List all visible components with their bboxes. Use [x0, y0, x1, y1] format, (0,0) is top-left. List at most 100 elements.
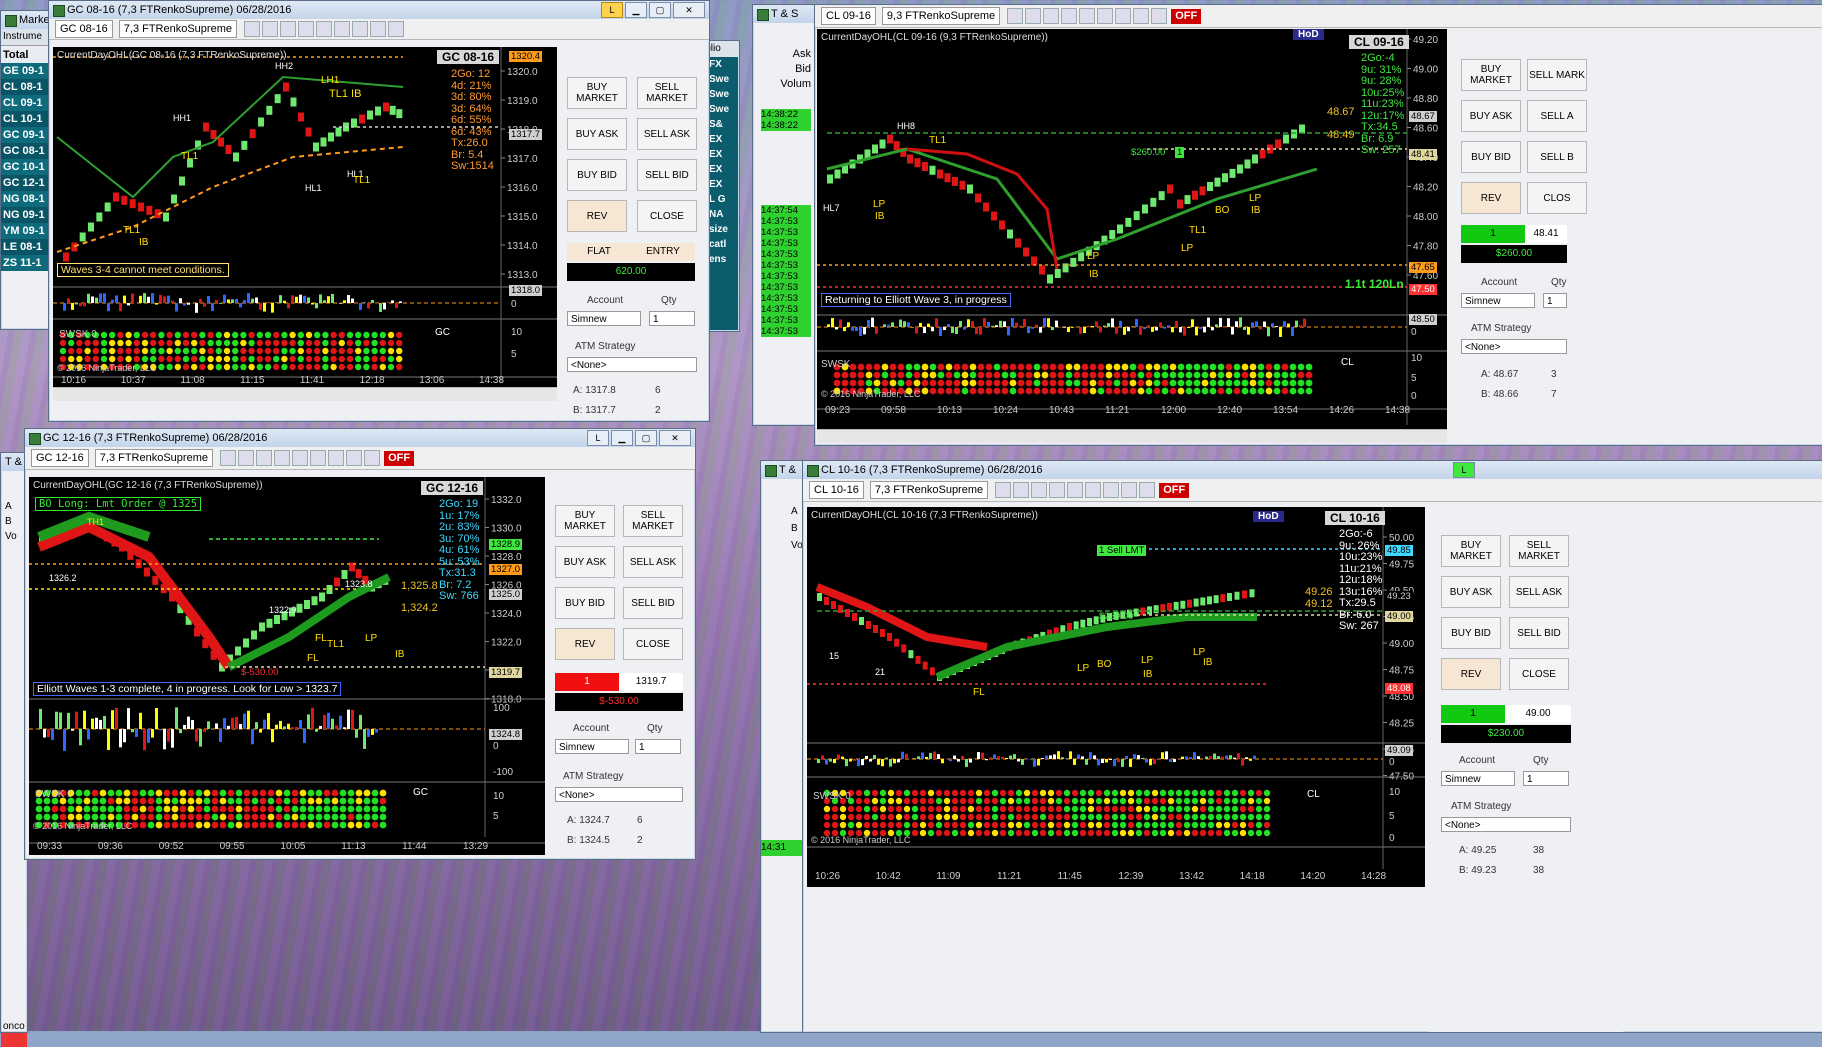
reverse-button[interactable]: REV: [567, 200, 627, 232]
buy-market-button[interactable]: BUY MARKET: [1441, 535, 1501, 567]
buy-ask-button[interactable]: BUY ASK: [555, 546, 615, 578]
atm-select[interactable]: <None>: [567, 357, 697, 372]
pencil-icon[interactable]: [1025, 8, 1041, 24]
maximize-icon[interactable]: ▢: [649, 2, 671, 18]
buy-bid-button[interactable]: BUY BID: [1461, 141, 1521, 173]
properties-icon[interactable]: [292, 450, 308, 466]
strategy-icon[interactable]: [1103, 482, 1119, 498]
close-position-button[interactable]: CLOSE: [1509, 658, 1569, 690]
instrument-selector[interactable]: GC 08-16: [55, 20, 113, 38]
properties-icon[interactable]: [1079, 8, 1095, 24]
crosshair-icon[interactable]: [1061, 8, 1077, 24]
horizontal-scrollbar[interactable]: [817, 429, 1447, 443]
atm-select[interactable]: <None>: [555, 787, 683, 802]
sell-ask-button[interactable]: SELL ASK: [1509, 576, 1569, 608]
qty-stepper[interactable]: 1: [649, 311, 695, 326]
minimize-icon[interactable]: ▁: [625, 2, 647, 18]
bar-style-icon[interactable]: [220, 450, 236, 466]
crosshair-icon[interactable]: [1049, 482, 1065, 498]
auto-trade-off-button[interactable]: OFF: [1159, 483, 1189, 498]
sell-bid-button[interactable]: SELL B: [1527, 141, 1587, 173]
buy-ask-button[interactable]: BUY ASK: [567, 118, 627, 150]
strategy-icon[interactable]: [1115, 8, 1131, 24]
buy-bid-button[interactable]: BUY BID: [1441, 617, 1501, 649]
account-select[interactable]: Simnew: [1461, 293, 1535, 308]
sell-market-button[interactable]: SELL MARKET: [1509, 535, 1569, 567]
magic-wand-icon[interactable]: [256, 450, 272, 466]
close-position-button[interactable]: CLOSE: [637, 200, 697, 232]
buy-ask-button[interactable]: BUY ASK: [1461, 100, 1521, 132]
sell-market-button[interactable]: SELL MARK: [1527, 59, 1587, 91]
magic-wand-icon[interactable]: [1043, 8, 1059, 24]
sell-ask-button[interactable]: SELL ASK: [637, 118, 697, 150]
indicator-icon[interactable]: [1133, 8, 1149, 24]
auto-trade-off-button[interactable]: OFF: [1171, 9, 1201, 24]
ts-titlebar[interactable]: T & S: [753, 5, 815, 23]
bar-style-icon[interactable]: [244, 21, 260, 37]
qty-stepper[interactable]: 1: [1523, 771, 1569, 786]
buy-market-button[interactable]: BUY MARKET: [567, 77, 627, 109]
pencil-icon[interactable]: [1013, 482, 1029, 498]
chart-trader-icon[interactable]: [1097, 8, 1113, 24]
data-box-icon[interactable]: [1139, 482, 1155, 498]
bar-style-icon[interactable]: [995, 482, 1011, 498]
cl0916-chart[interactable]: 49.2049.0048.8048.6048.4048.2048.0047.80…: [817, 29, 1447, 443]
magic-wand-icon[interactable]: [280, 21, 296, 37]
link-button[interactable]: L: [587, 430, 609, 446]
maximize-icon[interactable]: ▢: [635, 430, 657, 446]
bar-style-icon[interactable]: [1007, 8, 1023, 24]
cl1016-titlebar[interactable]: CL 10-16 (7,3 FTRenkoSupreme) 06/28/2016…: [803, 461, 1822, 479]
auto-trade-off-button[interactable]: OFF: [384, 451, 414, 466]
gc1216-chart[interactable]: 1332.01330.01328.01326.01324.01322.01320…: [29, 477, 545, 855]
properties-icon[interactable]: [316, 21, 332, 37]
data-box-icon[interactable]: [364, 450, 380, 466]
sell-market-button[interactable]: SELL MARKET: [623, 505, 683, 537]
buy-bid-button[interactable]: BUY BID: [567, 159, 627, 191]
indicator-icon[interactable]: [370, 21, 386, 37]
buy-ask-button[interactable]: BUY ASK: [1441, 576, 1501, 608]
data-box-icon[interactable]: [388, 21, 404, 37]
pencil-icon[interactable]: [238, 450, 254, 466]
strategy-icon[interactable]: [352, 21, 368, 37]
sell-limit-order[interactable]: 1 Sell LMT: [1097, 545, 1146, 556]
close-position-button[interactable]: CLOSE: [623, 628, 683, 660]
crosshair-icon[interactable]: [274, 450, 290, 466]
instrument-selector[interactable]: GC 12-16: [31, 449, 89, 467]
bartype-selector[interactable]: 7,3 FTRenkoSupreme: [95, 449, 213, 467]
strategy-icon[interactable]: [328, 450, 344, 466]
account-select[interactable]: Simnew: [1441, 771, 1515, 786]
reverse-button[interactable]: REV: [1461, 182, 1521, 214]
qty-stepper[interactable]: 1: [1543, 293, 1567, 308]
sell-ask-button[interactable]: SELL ASK: [623, 546, 683, 578]
reverse-button[interactable]: REV: [555, 628, 615, 660]
sell-bid-button[interactable]: SELL BID: [637, 159, 697, 191]
indicator-icon[interactable]: [1121, 482, 1137, 498]
buy-market-button[interactable]: BUY MARKET: [1461, 59, 1521, 91]
pencil-icon[interactable]: [262, 21, 278, 37]
bartype-selector[interactable]: 7,3 FTRenkoSupreme: [119, 20, 237, 38]
gc0816-chart[interactable]: 1320.01319.01318.01317.01316.01315.01314…: [53, 47, 557, 401]
cl1016-chart[interactable]: 50.0049.7549.5049.2549.0048.7548.5048.25…: [807, 507, 1425, 887]
gc1216-titlebar[interactable]: GC 12-16 (7,3 FTRenkoSupreme) 06/28/2016…: [25, 429, 695, 447]
sell-market-button[interactable]: SELL MARKET: [637, 77, 697, 109]
buy-market-button[interactable]: BUY MARKET: [555, 505, 615, 537]
atm-select[interactable]: <None>: [1461, 339, 1567, 354]
link-button[interactable]: L: [1453, 462, 1475, 478]
indicator-icon[interactable]: [346, 450, 362, 466]
account-select[interactable]: Simnew: [555, 739, 629, 754]
horizontal-scrollbar[interactable]: [53, 387, 557, 401]
crosshair-icon[interactable]: [298, 21, 314, 37]
instrument-selector[interactable]: CL 09-16: [821, 7, 876, 25]
bartype-selector[interactable]: 9,3 FTRenkoSupreme: [882, 7, 1000, 25]
close-icon[interactable]: ✕: [673, 2, 705, 18]
gc0816-titlebar[interactable]: GC 08-16 (7,3 FTRenkoSupreme) 06/28/2016…: [49, 1, 709, 19]
close-icon[interactable]: ✕: [659, 430, 691, 446]
qty-stepper[interactable]: 1: [635, 739, 681, 754]
account-select[interactable]: Simnew: [567, 311, 641, 326]
bartype-selector[interactable]: 7,3 FTRenkoSupreme: [870, 481, 988, 499]
sell-bid-button[interactable]: SELL BID: [1509, 617, 1569, 649]
chart-trader-icon[interactable]: [1085, 482, 1101, 498]
reverse-button[interactable]: REV: [1441, 658, 1501, 690]
chart-trader-icon[interactable]: [310, 450, 326, 466]
atm-select[interactable]: <None>: [1441, 817, 1571, 832]
